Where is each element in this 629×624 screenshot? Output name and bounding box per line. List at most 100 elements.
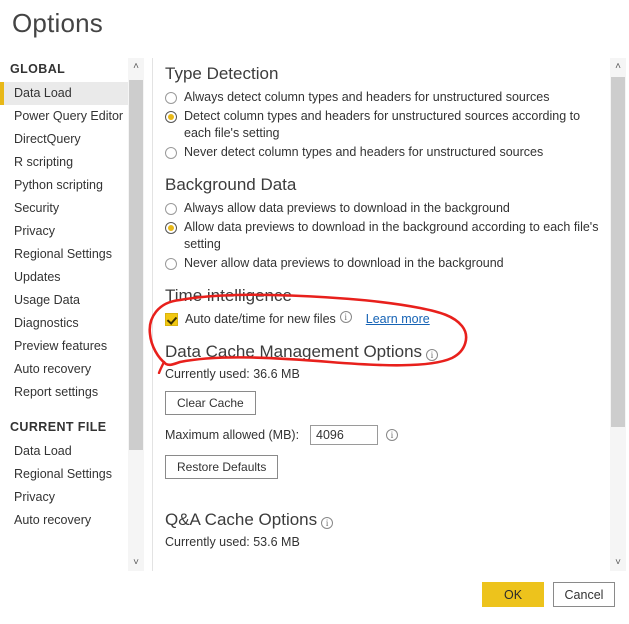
radio-icon[interactable]: [165, 92, 177, 104]
sidebar-group-current-file: CURRENT FILE Data Load Regional Settings…: [0, 404, 128, 532]
max-allowed-input[interactable]: [310, 425, 378, 445]
sidebar-item-directquery[interactable]: DirectQuery: [0, 128, 128, 151]
radio-option-label: Never allow data previews to download in…: [184, 256, 504, 270]
checkbox-label: Auto date/time for new files: [185, 312, 336, 326]
sidebar-item-label: R scripting: [14, 155, 74, 169]
sidebar-item-current-data-load[interactable]: Data Load: [0, 440, 128, 463]
section-time-intelligence: Time intelligence Auto date/time for new…: [165, 286, 605, 328]
sidebar-item-preview-features[interactable]: Preview features: [0, 335, 128, 358]
max-allowed-label: Maximum allowed (MB):: [165, 428, 300, 442]
section-heading-type-detection: Type Detection: [165, 64, 279, 83]
sidebar-item-updates[interactable]: Updates: [0, 266, 128, 289]
sidebar-item-label: Preview features: [14, 339, 108, 353]
sidebar-group-header-global: GLOBAL: [10, 62, 66, 76]
sidebar-item-label: Report settings: [14, 385, 99, 399]
sidebar-item-regional-settings[interactable]: Regional Settings: [0, 243, 128, 266]
section-type-detection: Type Detection Always detect column type…: [165, 64, 605, 161]
sidebar-item-label: DirectQuery: [14, 132, 81, 146]
radio-option-always-detect[interactable]: Always detect column types and headers f…: [165, 89, 605, 106]
sidebar-item-label: Updates: [14, 270, 61, 284]
section-data-cache-management: Data Cache Management Options i Currently…: [165, 342, 605, 484]
page-title: Options: [12, 8, 104, 38]
sidebar-group-global: GLOBAL Data Load Power Query Editor Dire…: [0, 58, 128, 404]
sidebar-scrollbar-thumb[interactable]: [129, 80, 143, 450]
info-icon[interactable]: i: [339, 311, 352, 323]
chevron-down-icon[interactable]: ˅: [610, 554, 626, 571]
section-qna-cache: Q&A Cache Options i Currently used: 53.6 …: [165, 510, 605, 549]
radio-option-label: Always allow data previews to download i…: [184, 201, 510, 215]
max-allowed-row: Maximum allowed (MB): i: [165, 425, 605, 445]
section-heading-text: Data Cache Management Options: [165, 342, 423, 361]
sidebar-item-current-regional-settings[interactable]: Regional Settings: [0, 463, 128, 486]
sidebar-item-report-settings[interactable]: Report settings: [0, 381, 128, 404]
sidebar-item-label: Usage Data: [14, 293, 81, 307]
sidebar-item-label: Auto recovery: [14, 362, 92, 376]
sidebar-item-power-query-editor[interactable]: Power Query Editor: [0, 105, 128, 128]
qna-cache-currently-used: Currently used: 53.6 MB: [165, 535, 300, 549]
sidebar-item-data-load[interactable]: Data Load: [0, 82, 128, 105]
restore-defaults-button[interactable]: Restore Defaults: [165, 455, 279, 479]
sidebar-item-label: Privacy: [14, 490, 55, 504]
sidebar-content-divider: [152, 58, 153, 571]
sidebar-item-label: Privacy: [14, 224, 55, 238]
sidebar-item-label: Diagnostics: [14, 316, 79, 330]
section-heading-qna-cache: Q&A Cache Options i: [165, 510, 605, 530]
section-heading-data-cache: Data Cache Management Options i: [165, 342, 605, 362]
checkbox-row-auto-date-time[interactable]: Auto date/time for new files i Learn mor…: [165, 311, 605, 328]
checkbox-icon-checked[interactable]: [165, 313, 178, 326]
cancel-button[interactable]: Cancel: [553, 582, 615, 607]
sidebar-item-label: Auto recovery: [14, 513, 92, 527]
section-heading-background-data: Background Data: [165, 175, 297, 194]
sidebar: GLOBAL Data Load Power Query Editor Dire…: [0, 58, 128, 571]
content-scrollbar[interactable]: ˄ ˅: [610, 58, 626, 571]
content-scrollbar-thumb[interactable]: [611, 77, 625, 427]
radio-option-never-detect[interactable]: Never detect column types and headers fo…: [165, 144, 605, 161]
radio-option-never-allow-previews[interactable]: Never allow data previews to download in…: [165, 255, 605, 272]
radio-icon-selected[interactable]: [165, 111, 177, 123]
radio-option-label: Detect column types and headers for unst…: [184, 109, 581, 140]
sidebar-item-label: Power Query Editor: [14, 109, 124, 123]
sidebar-item-label: Data Load: [14, 86, 72, 100]
info-icon[interactable]: i: [386, 429, 398, 441]
radio-icon[interactable]: [165, 147, 177, 159]
sidebar-item-auto-recovery[interactable]: Auto recovery: [0, 358, 128, 381]
chevron-down-icon[interactable]: ˅: [128, 554, 144, 571]
radio-icon[interactable]: [165, 203, 177, 215]
section-background-data: Background Data Always allow data previe…: [165, 175, 605, 272]
sidebar-scrollbar[interactable]: ˄ ˅: [128, 58, 144, 571]
sidebar-item-r-scripting[interactable]: R scripting: [0, 151, 128, 174]
radio-option-allow-previews-per-file[interactable]: Allow data previews to download in the b…: [165, 219, 605, 253]
radio-option-always-allow-previews[interactable]: Always allow data previews to download i…: [165, 200, 605, 217]
sidebar-item-security[interactable]: Security: [0, 197, 128, 220]
sidebar-item-label: Python scripting: [14, 178, 103, 192]
radio-icon[interactable]: [165, 258, 177, 270]
sidebar-item-label: Regional Settings: [14, 467, 112, 481]
sidebar-item-current-privacy[interactable]: Privacy: [0, 486, 128, 509]
chevron-up-icon[interactable]: ˄: [128, 58, 144, 75]
dialog-footer: OK Cancel: [0, 571, 629, 624]
footer-buttons: OK Cancel: [482, 582, 615, 607]
ok-button[interactable]: OK: [482, 582, 544, 607]
sidebar-item-usage-data[interactable]: Usage Data: [0, 289, 128, 312]
section-heading-time-intelligence: Time intelligence: [165, 286, 292, 305]
sidebar-item-diagnostics[interactable]: Diagnostics: [0, 312, 128, 335]
learn-more-link[interactable]: Learn more: [366, 311, 430, 328]
radio-option-detect-per-file[interactable]: Detect column types and headers for unst…: [165, 108, 605, 142]
info-icon[interactable]: i: [321, 517, 334, 529]
radio-option-label: Allow data previews to download in the b…: [184, 220, 599, 251]
clear-cache-button[interactable]: Clear Cache: [165, 391, 256, 415]
info-icon[interactable]: i: [426, 349, 439, 361]
data-cache-currently-used: Currently used: 36.6 MB: [165, 367, 300, 381]
sidebar-item-label: Regional Settings: [14, 247, 112, 261]
radio-option-label: Always detect column types and headers f…: [184, 90, 550, 104]
sidebar-item-python-scripting[interactable]: Python scripting: [0, 174, 128, 197]
sidebar-item-privacy[interactable]: Privacy: [0, 220, 128, 243]
sidebar-item-label: Security: [14, 201, 60, 215]
radio-option-label: Never detect column types and headers fo…: [184, 145, 544, 159]
sidebar-item-current-auto-recovery[interactable]: Auto recovery: [0, 509, 128, 532]
options-content-pane: Type Detection Always detect column type…: [165, 58, 605, 571]
sidebar-group-header-current-file: CURRENT FILE: [10, 420, 107, 434]
chevron-up-icon[interactable]: ˄: [610, 58, 626, 75]
sidebar-item-label: Data Load: [14, 444, 72, 458]
radio-icon-selected[interactable]: [165, 222, 177, 234]
